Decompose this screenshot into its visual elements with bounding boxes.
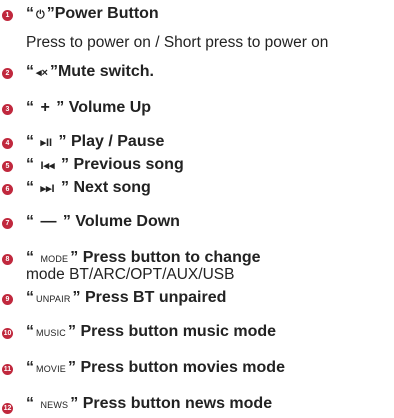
close-quote: ”: [49, 63, 58, 80]
news-icon: NEWS: [40, 400, 69, 410]
item-label: Mute switch.: [57, 63, 154, 80]
open-quote: “: [26, 179, 34, 196]
item-heading: “◂× ”Mute switch.: [26, 62, 154, 83]
item-heading: “ ▸II ” Play / Pause: [26, 132, 164, 153]
open-quote: “: [26, 213, 34, 230]
item-heading: “ NEWS” Press button news mode: [26, 394, 272, 415]
open-quote: “: [26, 395, 34, 412]
item-label: Press BT unpaired: [85, 289, 227, 306]
open-quote: “: [26, 359, 34, 376]
music-icon: MUSIC: [36, 328, 66, 338]
open-quote: “: [26, 289, 34, 306]
item-label: Previous song: [73, 156, 184, 173]
item-number-badge: 5: [2, 161, 13, 172]
open-quote: “: [26, 133, 34, 150]
item-heading: “ — ” Volume Down: [26, 212, 180, 232]
mute-icon: ◂×: [36, 67, 48, 79]
close-quote: ”: [46, 5, 55, 22]
item-label: Press button to change: [82, 249, 261, 266]
item-heading: “ I◂◂ ” Previous song: [26, 155, 184, 176]
item-number-badge: 2: [2, 68, 13, 79]
item-label: Press button music mode: [80, 323, 277, 340]
open-quote: “: [26, 156, 34, 173]
previous-icon: I◂◂: [40, 160, 55, 172]
item-label: Power Button: [54, 5, 159, 22]
item-label: Press button movies mode: [80, 359, 285, 376]
close-quote: ”: [72, 289, 81, 306]
item-heading: “⏻ ”Power Button: [26, 4, 159, 25]
close-quote: ”: [61, 179, 70, 196]
close-quote: ”: [70, 395, 79, 412]
item-number-badge: 10: [2, 328, 13, 339]
movie-icon: MOVIE: [36, 364, 67, 374]
close-quote: ”: [70, 249, 79, 266]
open-quote: “: [26, 5, 34, 22]
power-icon: ⏻: [36, 9, 45, 21]
next-icon: ▸▸I: [40, 183, 55, 195]
item-number-badge: 12: [2, 403, 13, 414]
close-quote: ”: [58, 133, 67, 150]
close-quote: ”: [61, 156, 70, 173]
minus-icon: —: [40, 213, 57, 230]
plus-icon: +: [40, 99, 50, 116]
open-quote: “: [26, 63, 34, 80]
item-heading: “UNPAIR” Press BT unpaired: [26, 288, 226, 309]
unpair-icon: UNPAIR: [36, 294, 71, 304]
item-heading: “MOVIE” Press button movies mode: [26, 358, 285, 379]
open-quote: “: [26, 323, 34, 340]
item-label: Press button news mode: [82, 395, 273, 412]
open-quote: “: [26, 99, 34, 116]
item-heading: “ + ” Volume Up: [26, 98, 151, 118]
item-label: Volume Up: [68, 99, 152, 116]
close-quote: ”: [56, 99, 65, 116]
item-description: mode BT/ARC/OPT/AUX/USB: [26, 266, 235, 283]
item-number-badge: 11: [2, 364, 13, 375]
item-number-badge: 3: [2, 104, 13, 115]
item-number-badge: 9: [2, 294, 13, 305]
item-label: Next song: [73, 179, 151, 196]
close-quote: ”: [68, 323, 76, 340]
item-number-badge: 1: [2, 10, 13, 21]
item-heading: “MUSIC” Press button music mode: [26, 322, 276, 343]
item-number-badge: 7: [2, 218, 13, 229]
item-number-badge: 8: [2, 254, 13, 265]
close-quote: ”: [62, 213, 71, 230]
open-quote: “: [26, 249, 34, 266]
item-number-badge: 4: [2, 138, 13, 149]
item-description: Press to power on / Short press to power…: [26, 34, 329, 51]
close-quote: ”: [68, 359, 77, 376]
item-heading: “ ▸▸I ” Next song: [26, 178, 151, 199]
item-number-badge: 6: [2, 184, 13, 195]
item-label: Volume Down: [75, 213, 180, 230]
mode-icon: MODE: [40, 254, 69, 264]
play-pause-icon: ▸II: [40, 137, 53, 149]
item-label: Play / Pause: [71, 133, 165, 150]
